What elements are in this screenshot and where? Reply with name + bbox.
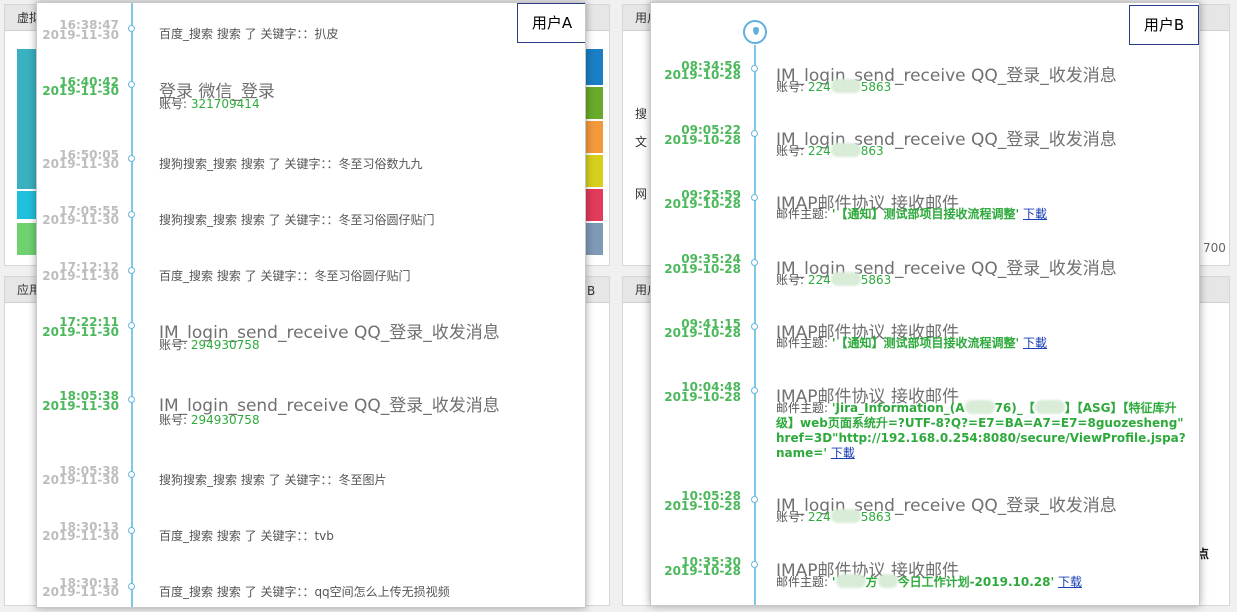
event-title[interactable]: 百度_搜索 搜索 了 关键字：：冬至习俗圆仔贴门 [159,267,410,284]
event-title[interactable]: 搜狗搜索_搜索 搜索 了 关键字：：冬至习俗数九九 [159,155,422,172]
bg-char-3: 网 [635,187,648,201]
event-title[interactable]: 百度_搜索 搜索 了 关键字：：tvb [159,527,334,544]
timeline-dot [128,25,135,32]
redaction-blur [1034,400,1065,414]
timeline-dot [128,471,135,478]
event-date: 2019-10-28 [664,68,741,82]
timeline-dot [128,81,135,88]
timeline-dot [751,496,758,503]
user-a-timeline-line [131,3,133,607]
timeline-dot [128,583,135,590]
download-link[interactable]: 下載 [1023,207,1047,221]
event-date: 2019-11-30 [42,213,119,227]
bg-bar-slate [585,223,603,255]
timeline-dot [128,396,135,403]
redaction-blur [830,79,861,93]
event-account: 账号: 294930758 [159,338,260,352]
timeline-dot [751,65,758,72]
event-account: 账号: 294930758 [159,413,260,427]
redaction-blur [835,574,866,588]
redaction-blur [830,143,861,157]
user-a-badge: 用户A [517,3,585,43]
event-mail-subject: 邮件主题: '【通知】测试部项目接收流程调整' 下載 [776,207,1048,221]
user-a-timeline-panel[interactable]: 用户A 16:38:47 2019-11-30 百度_搜索 搜索 了 关键字：：… [36,2,586,608]
redaction-blur [877,574,898,588]
download-link[interactable]: 下载 [1058,575,1082,589]
timeline-dot [751,387,758,394]
event-account: 账号: 224 5863 [776,79,892,94]
event-title[interactable]: 百度_搜索 搜索 了 关键字：：qq空间怎么上传无损视频 [159,583,450,600]
redaction-blur [964,400,995,414]
water-drop-icon [743,20,767,44]
event-date: 2019-11-30 [42,157,119,171]
bg-partial-b: B [587,284,596,298]
bg-bar-lime [585,87,603,119]
bg-bar-orange [585,121,603,153]
event-date: 2019-11-30 [42,325,119,339]
bg-bar-red [585,189,603,221]
event-title[interactable]: 百度_搜索 搜索 了 关键字：：扒皮 [159,25,338,42]
bg-char-1: 搜 [635,107,648,121]
event-date: 2019-11-30 [42,28,119,42]
event-date: 2019-10-28 [664,262,741,276]
redaction-blur [830,509,861,523]
user-b-timeline-panel[interactable]: 用户B 08:34:56 2019-10-28 IM_login_send_re… [650,2,1200,606]
timeline-dot [751,194,758,201]
timeline-dot [128,267,135,274]
download-link[interactable]: 下載 [831,446,855,460]
timeline-dot [751,561,758,568]
timeline-dot [751,323,758,330]
event-date: 2019-10-28 [664,133,741,147]
bg-axis-tick: 700 [1203,241,1226,255]
bg-bar-blue [585,49,603,85]
event-mail-subject: 邮件主题: 'Jira_Information_(A 76)_【 】【ASG】【特征… [776,400,1186,460]
timeline-dot [128,211,135,218]
bg-bar-yellow [585,155,603,187]
event-account: 账号: 224 5863 [776,509,892,524]
timeline-dot [751,259,758,266]
event-mail-subject: 邮件主题: '【通知】测试部项目接收流程调整' 下載 [776,336,1048,350]
user-b-badge: 用户B [1129,5,1199,45]
event-date: 2019-11-30 [42,84,119,98]
event-date: 2019-11-30 [42,529,119,543]
timeline-dot [751,130,758,137]
event-account: 账号: 224 863 [776,143,884,158]
event-date: 2019-10-28 [664,390,741,404]
event-date: 2019-10-28 [664,326,741,340]
event-date: 2019-10-28 [664,197,741,211]
event-date: 2019-11-30 [42,269,119,283]
event-date: 2019-11-30 [42,473,119,487]
event-title[interactable]: 搜狗搜索_搜索 搜索 了 关键字：：冬至习俗圆仔贴门 [159,211,434,228]
download-link[interactable]: 下載 [1023,336,1047,350]
event-account: 账号: 224 5863 [776,272,892,287]
redaction-blur [830,272,861,286]
event-date: 2019-11-30 [42,585,119,599]
timeline-dot [128,155,135,162]
event-date: 2019-10-28 [664,499,741,513]
event-account: 账号: 321709414 [159,97,260,111]
timeline-dot [128,527,135,534]
event-mail-subject: 邮件主题: ' 方今日工作计划-2019.10.28' 下载 [776,574,1082,589]
event-date: 2019-10-28 [664,564,741,578]
timeline-dot [128,322,135,329]
event-date: 2019-11-30 [42,399,119,413]
event-title[interactable]: 搜狗搜索_搜索 搜索 了 关键字：：冬至图片 [159,471,386,488]
bg-char-2: 文 [635,135,648,149]
